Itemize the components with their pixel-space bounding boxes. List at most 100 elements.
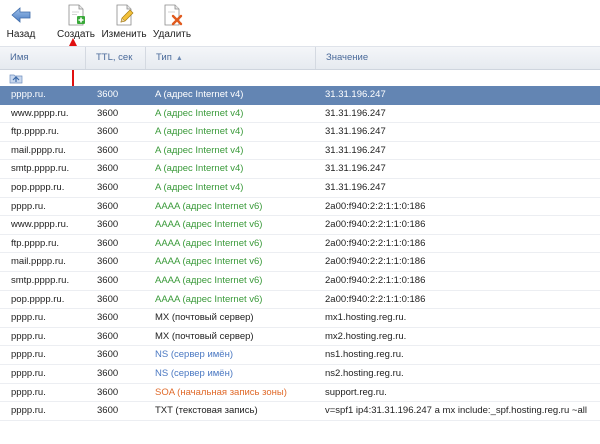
record-value: 2a00:f940:2:2:1:1:0:186 (325, 200, 426, 212)
record-type: NS (сервер имён) (155, 349, 233, 361)
record-ttl: 3600 (97, 386, 119, 398)
record-value: 31.31.196.247 (325, 126, 386, 138)
record-value: 31.31.196.247 (325, 144, 386, 156)
arrow-left-icon (11, 7, 31, 23)
record-ttl: 3600 (97, 293, 119, 305)
record-value: 2a00:f940:2:2:1:1:0:186 (325, 256, 426, 268)
record-value: 2a00:f940:2:2:1:1:0:186 (325, 274, 426, 286)
parent-folder-row[interactable] (0, 68, 600, 85)
table-row[interactable]: pppp.ru. 3600 A (адрес Internet v4) 31.31.1… (0, 86, 600, 105)
folder-up-icon (9, 74, 23, 84)
record-name: www.pppp.ru. (11, 107, 69, 119)
record-name: pppp.ru. (11, 386, 46, 398)
record-ttl: 3600 (97, 181, 119, 193)
record-type: AAAA (адрес Internet v6) (155, 200, 263, 212)
edit-button-label: Изменить (101, 29, 147, 40)
column-header-ttl[interactable]: TTL, сек (85, 47, 145, 69)
record-ttl: 3600 (97, 89, 119, 100)
record-type: AAAA (адрес Internet v6) (155, 237, 263, 249)
record-type: MX (почтовый сервер) (155, 312, 254, 324)
record-type: SOA (начальная запись зоны) (155, 386, 287, 398)
table-row[interactable]: ftp.pppp.ru. 3600 A (адрес Internet v4) 31.… (0, 123, 600, 142)
delete-button-label: Удалить (152, 29, 192, 40)
table-row[interactable]: ftp.pppp.ru. 3600 AAAA (адрес Internet v6)… (0, 235, 600, 254)
record-name: smtp.pppp.ru. (11, 274, 70, 286)
record-name: smtp.pppp.ru. (11, 163, 70, 175)
record-value: support.reg.ru. (325, 386, 387, 398)
table-row[interactable]: pop.pppp.ru. 3600 AAAA (адрес Internet v6)… (0, 291, 600, 310)
record-type: A (адрес Internet v4) (155, 144, 244, 156)
new-document-plus-icon (68, 4, 85, 26)
record-type: AAAA (адрес Internet v6) (155, 219, 263, 231)
record-name: pppp.ru. (11, 349, 46, 361)
record-value: ns1.hosting.reg.ru. (325, 349, 404, 361)
edit-document-pencil-icon (116, 4, 134, 26)
column-header-value[interactable]: Значение (315, 47, 600, 69)
dns-records-list: pppp.ru. 3600 A (адрес Internet v4) 31.31.1… (0, 86, 600, 421)
record-type: TXT (текстовая запись) (155, 405, 258, 417)
record-type: NS (сервер имён) (155, 367, 233, 379)
record-name: pop.pppp.ru. (11, 293, 65, 305)
record-type: AAAA (адрес Internet v6) (155, 293, 263, 305)
record-name: pppp.ru. (11, 367, 46, 379)
record-ttl: 3600 (97, 126, 119, 138)
column-header-type[interactable]: Тип ▲ (145, 47, 315, 69)
record-name: pppp.ru. (11, 200, 46, 212)
record-name: mail.pppp.ru. (11, 256, 66, 268)
record-ttl: 3600 (97, 349, 119, 361)
record-ttl: 3600 (97, 312, 119, 324)
sort-ascending-icon: ▲ (175, 55, 183, 62)
record-ttl: 3600 (97, 200, 119, 212)
table-row[interactable]: pppp.ru. 3600 AAAA (адрес Internet v6) 2a00… (0, 198, 600, 217)
record-type: MX (почтовый сервер) (155, 330, 254, 342)
table-row[interactable]: www.pppp.ru. 3600 AAAA (адрес Internet v6)… (0, 216, 600, 235)
edit-button[interactable]: Изменить (100, 2, 148, 42)
table-row[interactable]: pppp.ru. 3600 TXT (текстовая запись) v=spf1… (0, 402, 600, 421)
record-ttl: 3600 (97, 367, 119, 379)
record-value: 2a00:f940:2:2:1:1:0:186 (325, 237, 426, 249)
record-value: 31.31.196.247 (325, 107, 386, 119)
table-row[interactable]: www.pppp.ru. 3600 A (адрес Internet v4) 31.… (0, 105, 600, 124)
record-value: mx1.hosting.reg.ru. (325, 312, 407, 324)
record-ttl: 3600 (97, 330, 119, 342)
record-ttl: 3600 (97, 256, 119, 268)
record-value: ns2.hosting.reg.ru. (325, 367, 404, 379)
table-row[interactable]: mail.pppp.ru. 3600 AAAA (адрес Internet v6… (0, 253, 600, 272)
table-row[interactable]: pppp.ru. 3600 NS (сервер имён) ns1.hosting.… (0, 346, 600, 365)
back-button[interactable]: Назад (4, 2, 38, 42)
record-type: AAAA (адрес Internet v6) (155, 256, 263, 268)
record-value: v=spf1 ip4:31.31.196.247 a mx include:_s… (325, 405, 587, 417)
record-name: www.pppp.ru. (11, 219, 69, 231)
record-ttl: 3600 (97, 219, 119, 231)
table-row[interactable]: pppp.ru. 3600 NS (сервер имён) ns2.hosting.… (0, 365, 600, 384)
back-button-label: Назад (6, 29, 36, 40)
record-type: AAAA (адрес Internet v6) (155, 274, 263, 286)
record-value: 31.31.196.247 (325, 163, 386, 175)
record-type: A (адрес Internet v4) (155, 163, 244, 175)
dns-zone-editor: Назад Создать Изменить Удалить Имя TTL, … (0, 0, 600, 444)
table-row[interactable]: mail.pppp.ru. 3600 A (адрес Internet v4) 31… (0, 142, 600, 161)
record-type: A (адрес Internet v4) (155, 89, 244, 100)
table-row[interactable]: pppp.ru. 3600 MX (почтовый сервер) mx1.host… (0, 309, 600, 328)
table-header: Имя TTL, сек Тип ▲ Значение (0, 46, 600, 70)
table-row[interactable]: smtp.pppp.ru. 3600 AAAA (адрес Internet v6… (0, 272, 600, 291)
table-row[interactable]: pop.pppp.ru. 3600 A (адрес Internet v4) 31.… (0, 179, 600, 198)
record-name: ftp.pppp.ru. (11, 126, 60, 138)
record-name: pppp.ru. (11, 330, 46, 342)
record-ttl: 3600 (97, 144, 119, 156)
record-type: A (адрес Internet v4) (155, 181, 244, 193)
record-name: mail.pppp.ru. (11, 144, 66, 156)
record-value: 2a00:f940:2:2:1:1:0:186 (325, 293, 426, 305)
record-value: mx2.hosting.reg.ru. (325, 330, 407, 342)
record-ttl: 3600 (97, 274, 119, 286)
record-type: A (адрес Internet v4) (155, 107, 244, 119)
delete-document-x-icon (164, 4, 183, 26)
column-header-name[interactable]: Имя (0, 47, 85, 69)
table-row[interactable]: pppp.ru. 3600 SOA (начальная запись зоны) s… (0, 384, 600, 403)
record-ttl: 3600 (97, 405, 119, 417)
delete-button[interactable]: Удалить (150, 2, 194, 42)
record-name: pppp.ru. (11, 405, 46, 417)
record-name: ftp.pppp.ru. (11, 237, 60, 249)
table-row[interactable]: pppp.ru. 3600 MX (почтовый сервер) mx2.host… (0, 328, 600, 347)
table-row[interactable]: smtp.pppp.ru. 3600 A (адрес Internet v4) 31… (0, 160, 600, 179)
